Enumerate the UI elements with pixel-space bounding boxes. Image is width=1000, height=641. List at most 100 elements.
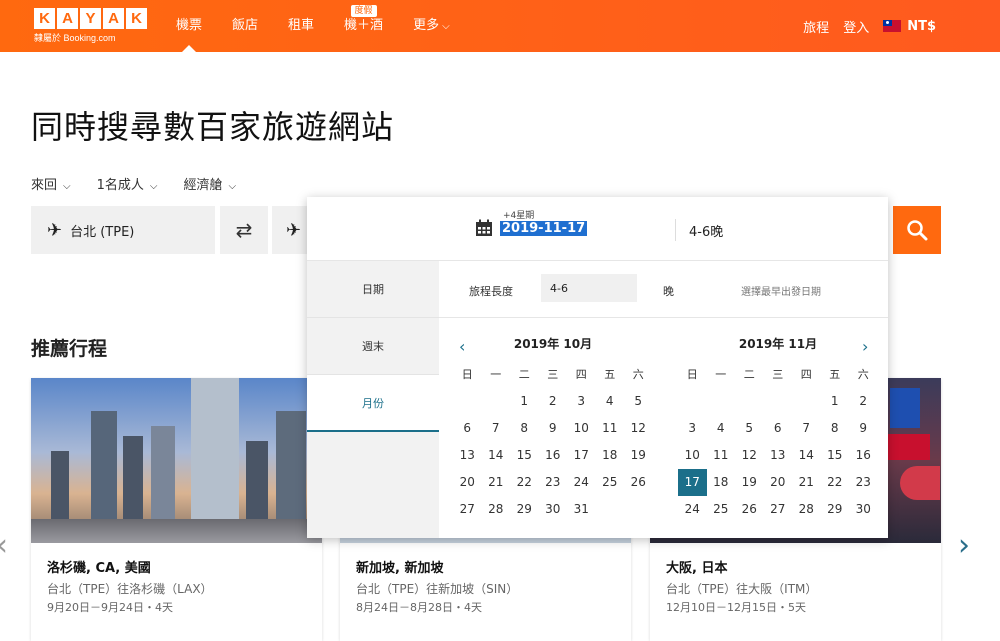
nav-cars[interactable]: 租車 — [288, 0, 314, 52]
calendar-day[interactable]: 1 — [510, 388, 539, 415]
travelers-dropdown[interactable]: 1名成人 ⌵ — [97, 174, 158, 193]
tab-dates[interactable]: 日期 — [307, 261, 439, 318]
nights-unit: 晚 — [663, 285, 674, 298]
calendar-day[interactable]: 25 — [707, 496, 736, 523]
calendar-day[interactable]: 5 — [624, 388, 653, 415]
destination-field[interactable]: ✈ — [272, 206, 312, 254]
calendar-day[interactable]: 23 — [539, 469, 568, 496]
calendar-day[interactable]: 8 — [821, 415, 850, 442]
taiwan-flag-icon[interactable] — [883, 20, 902, 32]
calendar-day[interactable]: 9 — [849, 415, 878, 442]
calendar-day[interactable]: 13 — [453, 442, 482, 469]
calendar-day[interactable]: 28 — [792, 496, 821, 523]
calendar-day[interactable]: 2 — [539, 388, 568, 415]
nav-flights[interactable]: 機票 — [176, 0, 202, 52]
calendar-blank — [707, 388, 736, 415]
origin-field[interactable]: ✈ 台北 (TPE) — [31, 206, 215, 254]
calendar-day[interactable]: 26 — [624, 469, 653, 496]
calendar-day[interactable]: 3 — [678, 415, 707, 442]
calendar-day[interactable]: 31 — [567, 496, 596, 523]
nights-value[interactable]: 4-6晚 — [689, 221, 723, 240]
logo-subtitle: 隸屬於 Booking.com — [34, 33, 116, 43]
calendar-day[interactable]: 19 — [735, 469, 764, 496]
kayak-logo[interactable]: K A Y A K 隸屬於 Booking.com — [34, 8, 147, 44]
calendar-day[interactable]: 7 — [482, 415, 511, 442]
calendar-day[interactable]: 3 — [567, 388, 596, 415]
logo-letter: K — [126, 8, 147, 29]
nav-more[interactable]: 更多 ⌵ — [413, 0, 450, 52]
swap-button[interactable]: ⇄ — [220, 206, 268, 254]
calendar-day[interactable]: 24 — [567, 469, 596, 496]
card-title: 洛杉磯, CA, 美國 — [47, 561, 151, 576]
calendar-day[interactable]: 18 — [707, 469, 736, 496]
calendar-day[interactable]: 10 — [567, 415, 596, 442]
trip-card[interactable]: 洛杉磯, CA, 美國 台北（TPE）往洛杉磯（LAX） 9月20日－9月24日… — [31, 378, 322, 641]
option-label: 1名成人 — [96, 178, 144, 193]
calendar-day[interactable]: 27 — [453, 496, 482, 523]
calendar-day[interactable]: 27 — [764, 496, 793, 523]
nav-hotels[interactable]: 飯店 — [232, 0, 258, 52]
calendar-day[interactable]: 7 — [792, 415, 821, 442]
carousel-next-icon[interactable]: › — [958, 528, 970, 563]
calendar-day[interactable]: 11 — [596, 415, 625, 442]
calendar-day[interactable]: 11 — [707, 442, 736, 469]
calendar-day[interactable]: 28 — [482, 496, 511, 523]
calendar-day[interactable]: 13 — [764, 442, 793, 469]
nav-packages[interactable]: 度假 機＋酒 — [344, 0, 383, 52]
calendar-day[interactable]: 29 — [510, 496, 539, 523]
calendar-day[interactable]: 21 — [482, 469, 511, 496]
calendar-day[interactable]: 26 — [735, 496, 764, 523]
vacation-badge: 度假 — [350, 5, 377, 17]
calendar-day[interactable]: 10 — [678, 442, 707, 469]
calendar-day[interactable]: 25 — [596, 469, 625, 496]
calendar-day[interactable]: 22 — [821, 469, 850, 496]
calendar-day[interactable]: 8 — [510, 415, 539, 442]
calendar-day[interactable]: 15 — [821, 442, 850, 469]
weekday-label: 二 — [743, 368, 755, 381]
calendar-day[interactable]: 19 — [624, 442, 653, 469]
calendar-day[interactable]: 16 — [539, 442, 568, 469]
calendar-day[interactable]: 9 — [539, 415, 568, 442]
calendar-day[interactable]: 30 — [539, 496, 568, 523]
calendar-day[interactable]: 16 — [849, 442, 878, 469]
calendar-day[interactable]: 20 — [453, 469, 482, 496]
search-button[interactable] — [893, 206, 941, 254]
calendar-day[interactable]: 14 — [792, 442, 821, 469]
calendar-day[interactable]: 15 — [510, 442, 539, 469]
calendar-day[interactable]: 1 — [821, 388, 850, 415]
weekday-label: 四 — [575, 368, 587, 381]
trip-type-dropdown[interactable]: 來回 ⌵ — [31, 174, 71, 193]
calendar-day[interactable]: 6 — [764, 415, 793, 442]
calendar-day[interactable]: 23 — [849, 469, 878, 496]
trips-link[interactable]: 旅程 — [803, 17, 829, 36]
cabin-class-dropdown[interactable]: 經濟艙 ⌵ — [183, 174, 236, 193]
calendar-day[interactable]: 12 — [735, 442, 764, 469]
calendar-day[interactable]: 17 — [567, 442, 596, 469]
calendar-day[interactable]: 30 — [849, 496, 878, 523]
calendar-blank — [678, 388, 707, 415]
tab-months[interactable]: 月份 — [307, 375, 439, 432]
calendar-day[interactable]: 12 — [624, 415, 653, 442]
calendar-day[interactable]: 20 — [764, 469, 793, 496]
currency-selector[interactable]: NT$ — [907, 19, 936, 34]
calendar-day[interactable]: 4 — [596, 388, 625, 415]
login-link[interactable]: 登入 — [843, 17, 869, 36]
trip-length-input[interactable] — [541, 274, 637, 302]
tab-weekends[interactable]: 週末 — [307, 318, 439, 375]
calendar-day[interactable]: 21 — [792, 469, 821, 496]
calendar-day[interactable]: 18 — [596, 442, 625, 469]
calendar-day[interactable]: 5 — [735, 415, 764, 442]
calendar-day[interactable]: 6 — [453, 415, 482, 442]
calendar-day-selected[interactable]: 17 — [678, 469, 707, 496]
calendar-blank — [735, 388, 764, 415]
calendar-day[interactable]: 2 — [849, 388, 878, 415]
calendar-day[interactable]: 22 — [510, 469, 539, 496]
calendar-day[interactable]: 24 — [678, 496, 707, 523]
calendar-day[interactable]: 29 — [821, 496, 850, 523]
card-title: 大阪, 日本 — [666, 561, 728, 576]
carousel-prev-icon[interactable]: ‹ — [0, 528, 8, 563]
departure-date-input[interactable]: 2019-11-17 — [500, 221, 588, 236]
calendar-day[interactable]: 14 — [482, 442, 511, 469]
calendar-day[interactable]: 4 — [707, 415, 736, 442]
calendar-blank — [596, 496, 625, 523]
